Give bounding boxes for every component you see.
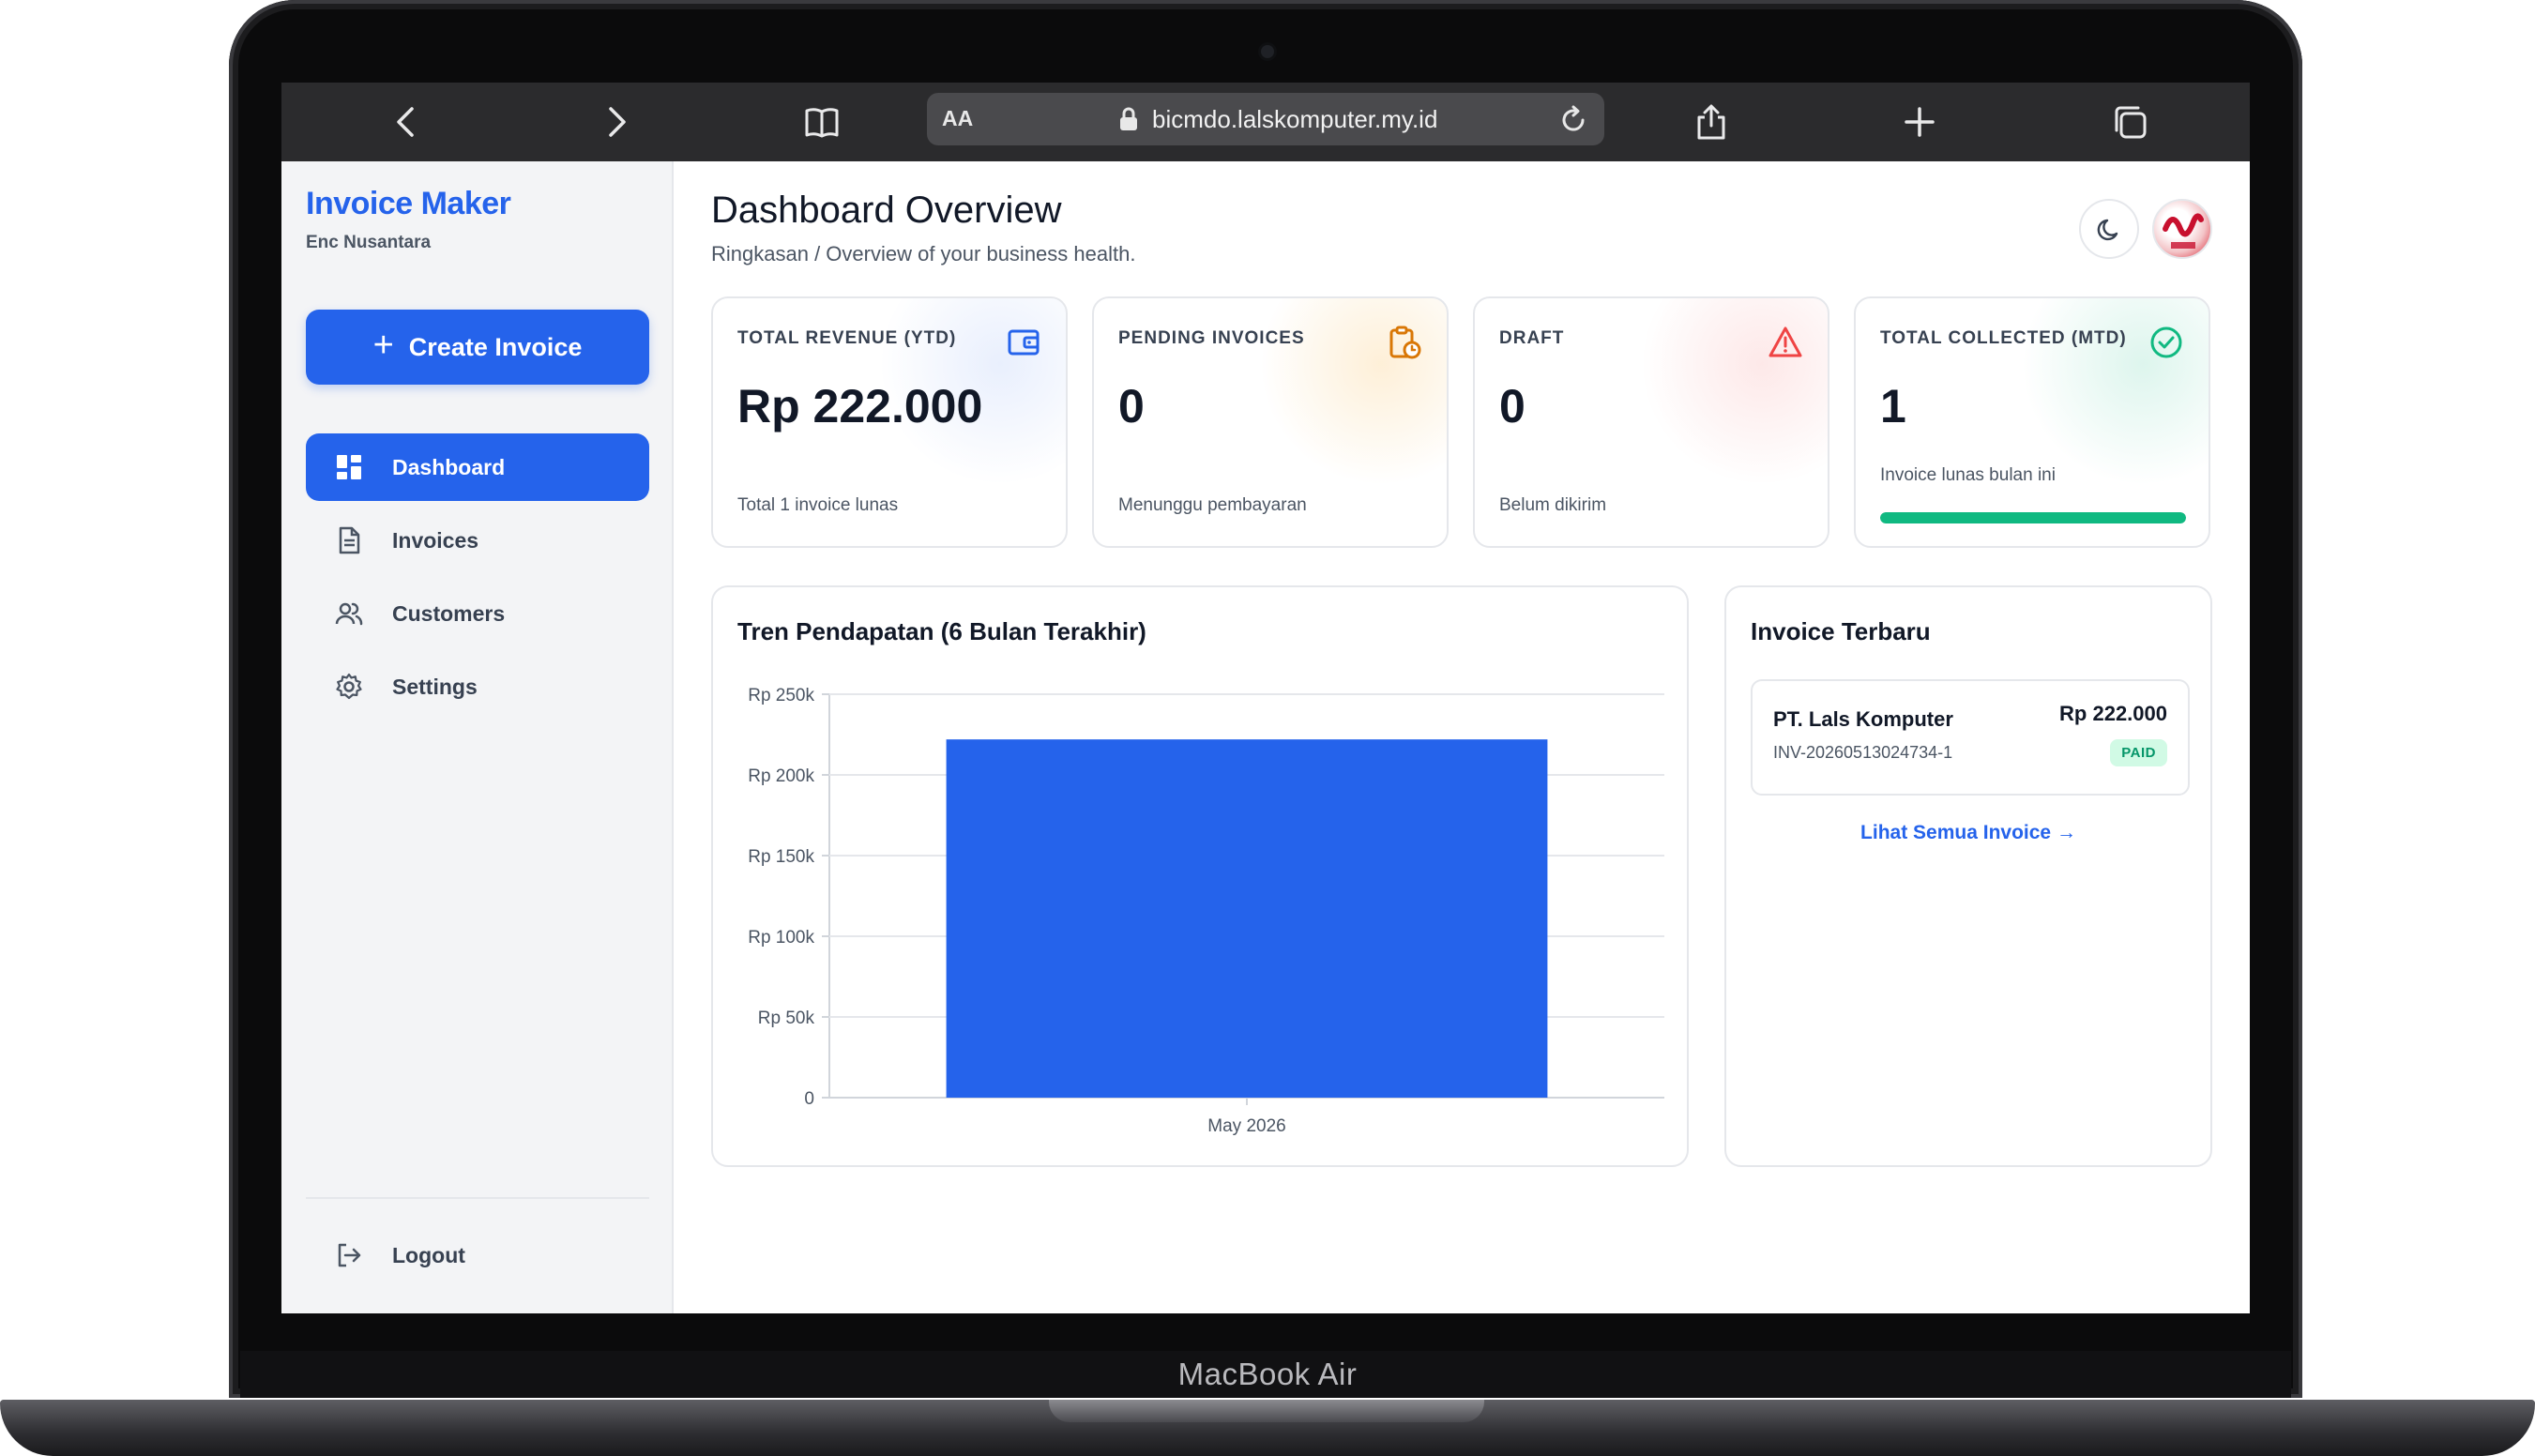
page-title: Dashboard Overview (711, 190, 1062, 231)
recent-invoice-item[interactable]: PT. Lals Komputer INV-20260513024734-1 R… (1751, 679, 2190, 796)
wallet-icon (1008, 329, 1040, 356)
collected-progress-bar (1880, 512, 2186, 523)
sidebar-item-label: Settings (392, 674, 478, 699)
recent-invoices-title: Invoice Terbaru (1751, 617, 1931, 645)
device-label: MacBook Air (1177, 1357, 1358, 1391)
warning-icon (1768, 326, 1802, 357)
gear-icon (336, 673, 362, 700)
stat-card-total-collected: TOTAL COLLECTED (MTD) 1 Invoice lunas bu… (1854, 296, 2210, 548)
url-text: bicmdo.lalskomputer.my.id (1152, 105, 1438, 133)
collected-progress-fill (1880, 512, 2186, 523)
avatar[interactable] (2152, 199, 2212, 259)
y-tick-label: Rp 50k (758, 1009, 815, 1028)
company-logo-icon (2163, 213, 2204, 249)
share-icon[interactable] (1693, 103, 1730, 141)
logout-button[interactable]: Logout (306, 1221, 649, 1289)
theme-toggle-button[interactable] (2079, 199, 2139, 259)
stat-card-pending-invoices: PENDING INVOICES 0 Menunggu pembayaran (1092, 296, 1449, 548)
stat-label: TOTAL COLLECTED (MTD) (1880, 328, 2127, 348)
sidebar-item-invoices[interactable]: Invoices (306, 507, 649, 574)
stat-description: Belum dikirim (1499, 495, 1607, 515)
reload-icon[interactable] (1557, 104, 1589, 136)
invoice-number: INV-20260513024734-1 (1773, 743, 1953, 762)
laptop-notch (1049, 1400, 1484, 1422)
page-subtitle: Ringkasan / Overview of your business he… (711, 242, 1136, 265)
sidebar-item-label: Invoices (392, 527, 479, 553)
app: Invoice Maker Enc Nusantara + Create Inv… (281, 161, 2250, 1313)
clipboard-clock-icon (1389, 326, 1421, 359)
y-tick-label: Rp 200k (748, 766, 814, 786)
stat-value: 0 (1118, 380, 1145, 432)
back-icon[interactable] (388, 103, 426, 141)
screen: AA bicmdo.lalskomputer.my.id Invoice Mak… (281, 83, 2250, 1313)
revenue-trend-card: Tren Pendapatan (6 Bulan Terakhir) 0 Rp 5… (711, 585, 1689, 1167)
create-invoice-button[interactable]: + Create Invoice (306, 310, 649, 385)
x-tick-label: May 2026 (1207, 1116, 1285, 1136)
tabs-overview-icon[interactable] (2111, 103, 2148, 141)
plus-icon: + (372, 325, 394, 365)
y-tick-label: Rp 250k (748, 686, 814, 705)
check-circle-icon (2150, 326, 2182, 358)
document-icon (339, 526, 360, 554)
y-tick-label: 0 (804, 1089, 814, 1109)
dashboard-icon (337, 455, 361, 479)
stat-description: Invoice lunas bulan ini (1880, 465, 2056, 485)
sidebar-item-label: Dashboard (392, 454, 506, 479)
stat-label: TOTAL REVENUE (YTD) (737, 328, 957, 348)
invoice-amount: Rp 222.000 (2059, 702, 2167, 725)
stat-description: Total 1 invoice lunas (737, 495, 899, 515)
stat-value: Rp 222.000 (737, 380, 983, 432)
sidebar-item-dashboard[interactable]: Dashboard (306, 433, 649, 501)
chart-bar (946, 739, 1548, 1098)
stat-description: Menunggu pembayaran (1118, 495, 1307, 515)
sidebar-divider (306, 1197, 649, 1199)
y-tick-label: Rp 100k (748, 928, 814, 948)
bookmarks-icon[interactable] (803, 103, 841, 141)
y-tick-label: Rp 150k (748, 847, 814, 867)
stat-card-draft: DRAFT 0 Belum dikirim (1473, 296, 1829, 548)
browser-toolbar: AA bicmdo.lalskomputer.my.id (281, 83, 2250, 161)
sidebar: Invoice Maker Enc Nusantara + Create Inv… (281, 161, 674, 1313)
status-badge: PAID (2110, 739, 2167, 766)
sidebar-item-customers[interactable]: Customers (306, 580, 649, 647)
logout-label: Logout (392, 1242, 465, 1267)
main-content: Dashboard Overview Ringkasan / Overview … (674, 161, 2250, 1313)
camera (1261, 45, 1274, 58)
stat-value: 0 (1499, 380, 1526, 432)
stat-value: 1 (1880, 380, 1906, 432)
sidebar-item-settings[interactable]: Settings (306, 653, 649, 720)
lock-icon (1120, 107, 1137, 130)
stat-card-total-revenue: TOTAL REVENUE (YTD) Rp 222.000 Total 1 i… (711, 296, 1068, 548)
see-all-invoices-link[interactable]: Lihat Semua Invoice → (1726, 822, 2210, 844)
stat-label: DRAFT (1499, 328, 1565, 348)
recent-invoices-card: Invoice Terbaru PT. Lals Komputer INV-20… (1724, 585, 2212, 1167)
sidebar-item-label: Customers (392, 600, 506, 626)
forward-icon[interactable] (597, 103, 634, 141)
logout-icon (338, 1243, 361, 1267)
stat-label: PENDING INVOICES (1118, 328, 1305, 348)
reader-aa-button[interactable]: AA (942, 106, 973, 131)
create-invoice-label: Create Invoice (408, 332, 583, 361)
new-tab-icon[interactable] (1901, 103, 1938, 141)
organization-name: Enc Nusantara (306, 233, 432, 252)
address-bar[interactable]: AA bicmdo.lalskomputer.my.id (927, 93, 1604, 145)
invoice-customer: PT. Lals Komputer (1773, 707, 1953, 731)
users-icon (335, 602, 363, 626)
moon-icon (2097, 219, 2118, 241)
brand-logo-text[interactable]: Invoice Maker (306, 186, 511, 222)
revenue-bar-chart: 0 Rp 50k Rp 100k Rp 150k Rp 200k Rp 250k May 2… (748, 686, 1664, 1136)
